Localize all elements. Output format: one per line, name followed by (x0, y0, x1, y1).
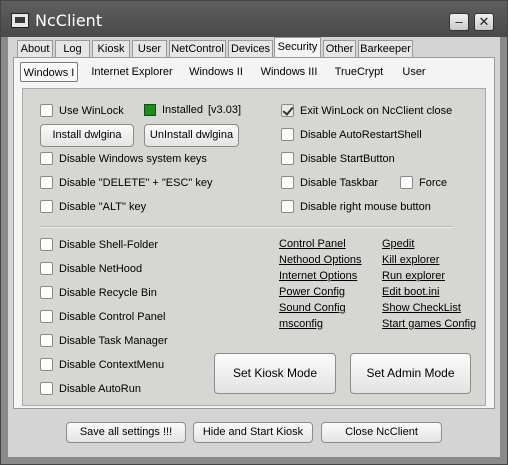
hide-and-start-kiosk-button[interactable]: Hide and Start Kiosk (193, 422, 313, 443)
checkbox-box[interactable] (281, 128, 294, 141)
link-run-explorer[interactable]: Run explorer (382, 269, 445, 283)
tab-user[interactable]: User (132, 40, 167, 57)
checkbox-label: Exit WinLock on NcClient close (300, 105, 453, 117)
uninstall-dwlgina-button[interactable]: UnInstall dwlgina (144, 124, 239, 147)
checkbox-box[interactable] (40, 152, 53, 165)
subtab-truecrypt[interactable]: TrueCrypt (330, 62, 388, 82)
window-title: NcClient (35, 11, 103, 30)
checkbox-label: Disable NetHood (59, 263, 143, 275)
checkbox-label: Disable AutoRestartShell (300, 129, 422, 141)
link-sound-config[interactable]: Sound Config (279, 301, 346, 315)
status-indicator-icon (144, 104, 156, 116)
checkbox-label: Disable AutoRun (59, 383, 141, 395)
tab-log[interactable]: Log (55, 40, 90, 57)
checkbox-box[interactable] (281, 200, 294, 213)
checkbox-box[interactable] (40, 334, 53, 347)
checkbox-label: Force (419, 177, 448, 189)
checkbox-label: Disable Control Panel (59, 311, 166, 323)
link-start-games-config[interactable]: Start games Config (382, 317, 476, 331)
subtab-user[interactable]: User (396, 62, 432, 82)
checkbox-label: Disable right mouse button (300, 201, 431, 213)
checkbox-label: Disable Windows system keys (59, 153, 207, 165)
close-window-button[interactable]: ✕ (474, 13, 494, 31)
checkbox-label: Disable "ALT" key (59, 201, 147, 213)
set-admin-mode-button[interactable]: Set Admin Mode (350, 353, 471, 394)
tab-netcontrol[interactable]: NetControl (169, 40, 226, 57)
subtab-windows-i[interactable]: Windows I (20, 62, 78, 82)
checkbox-box[interactable] (40, 200, 53, 213)
tab-security[interactable]: Security (274, 37, 321, 58)
link-edit-boot-ini[interactable]: Edit boot.ini (382, 285, 439, 299)
checkbox-label: Disable ContextMenu (59, 359, 165, 371)
checkbox-label: Use WinLock (59, 105, 124, 117)
install-dwlgina-button[interactable]: Install dwlgina (40, 124, 134, 147)
link-show-checklist[interactable]: Show CheckList (382, 301, 461, 315)
checkbox-box[interactable] (281, 152, 294, 165)
checkbox-label: Disable Shell-Folder (59, 239, 159, 251)
checkbox-label: Disable Recycle Bin (59, 287, 157, 299)
checkbox-box[interactable] (40, 286, 53, 299)
winlock-status-label: Installed (162, 104, 203, 116)
checkbox-box[interactable] (281, 104, 294, 117)
checkbox-box[interactable] (40, 262, 53, 275)
tab-devices[interactable]: Devices (228, 40, 273, 57)
app-icon (11, 13, 29, 28)
checkbox-box[interactable] (40, 104, 53, 117)
tab-barkeeper[interactable]: Barkeeper (358, 40, 413, 57)
checkbox-label: Disable StartButton (300, 153, 395, 165)
tab-about[interactable]: About (17, 40, 53, 57)
checkbox-box[interactable] (40, 358, 53, 371)
link-power-config[interactable]: Power Config (279, 285, 345, 299)
link-gpedit[interactable]: Gpedit (382, 237, 414, 251)
tab-kiosk[interactable]: Kiosk (92, 40, 130, 57)
subtab-windows-ii[interactable]: Windows II (184, 62, 248, 82)
checkbox-box[interactable] (40, 176, 53, 189)
link-msconfig[interactable]: msconfig (279, 317, 323, 331)
set-kiosk-mode-button[interactable]: Set Kiosk Mode (214, 353, 336, 394)
link-internet-options[interactable]: Internet Options (279, 269, 357, 283)
checkbox-box[interactable] (281, 176, 294, 189)
link-control-panel[interactable]: Control Panel (279, 237, 346, 251)
winlock-version: [v3.03] (208, 104, 242, 116)
checkbox-box[interactable] (40, 382, 53, 395)
link-kill-explorer[interactable]: Kill explorer (382, 253, 439, 267)
divider (40, 226, 452, 228)
title-bar[interactable]: NcClient – ✕ (1, 1, 507, 37)
save-all-settings-button[interactable]: Save all settings !!! (66, 422, 186, 443)
tab-other[interactable]: Other (323, 40, 356, 57)
subtab-windows-iii[interactable]: Windows III (256, 62, 322, 82)
checkbox-label: Disable "DELETE" + "ESC" key (59, 177, 213, 189)
checkbox-box[interactable] (400, 176, 413, 189)
subtab-internet-explorer[interactable]: Internet Explorer (88, 62, 176, 82)
link-nethood-options[interactable]: Nethood Options (279, 253, 362, 267)
checkbox-label: Disable Task Manager (59, 335, 168, 347)
minimize-button[interactable]: – (449, 13, 469, 31)
checkbox-label: Disable Taskbar (300, 177, 379, 189)
close-ncclient-button[interactable]: Close NcClient (321, 422, 442, 443)
checkbox-box[interactable] (40, 310, 53, 323)
checkbox-box[interactable] (40, 238, 53, 251)
